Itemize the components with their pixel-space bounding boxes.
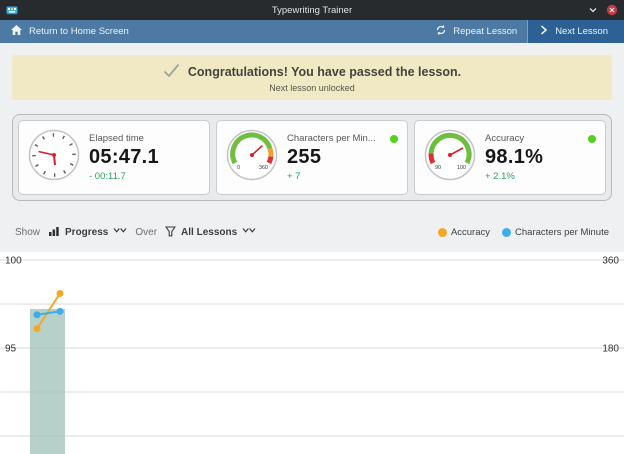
accuracy-text: Accuracy 98.1% + 2.1%: [485, 133, 596, 182]
return-home-label: Return to Home Screen: [29, 26, 129, 37]
filter-row: Show Progress Over: [12, 225, 612, 240]
toolbar: Return to Home Screen Repeat Lesson Next…: [0, 20, 624, 43]
lesson-scope-selector[interactable]: All Lessons: [165, 226, 256, 240]
cpm-legend-dot: [502, 228, 511, 237]
accuracy-card: 90 100 Accuracy 98.1% + 2.1%: [414, 120, 606, 195]
banner-subtitle: Next lesson unlocked: [12, 83, 612, 93]
elapsed-time-label: Elapsed time: [89, 133, 144, 144]
accuracy-gauge-icon: 90 100: [424, 129, 476, 186]
accuracy-legend-dot: [438, 228, 447, 237]
titlebar[interactable]: Typewriting Trainer: [0, 0, 624, 20]
toolbar-spacer: [139, 20, 425, 43]
return-home-button[interactable]: Return to Home Screen: [0, 20, 139, 43]
close-icon[interactable]: [606, 4, 618, 16]
elapsed-time-text: Elapsed time 05:47.1 - 00:11.7: [89, 133, 200, 182]
gauge-max-label: 360: [259, 165, 268, 171]
refresh-icon: [435, 24, 447, 39]
lesson-scope-label: All Lessons: [181, 227, 237, 238]
clock-icon: [28, 129, 80, 186]
metric-label: Progress: [65, 227, 108, 238]
cpm-text: Characters per Min... 255 + 7: [287, 133, 398, 182]
banner-title: Congratulations! You have passed the les…: [188, 65, 461, 79]
stats-frame: Elapsed time 05:47.1 - 00:11.7 0 360: [12, 114, 612, 201]
elapsed-time-value: 05:47.1: [89, 146, 200, 169]
elapsed-time-card: Elapsed time 05:47.1 - 00:11.7: [18, 120, 210, 195]
home-icon: [10, 24, 23, 39]
legend-cpm: Characters per Minute: [502, 227, 609, 238]
double-chevron-down-icon: [242, 227, 256, 238]
cpm-label: Characters per Min...: [287, 133, 376, 144]
next-lesson-button[interactable]: Next Lesson: [527, 20, 624, 43]
double-chevron-down-icon: [113, 227, 127, 238]
gauge-max-label: 100: [457, 165, 466, 171]
chart-legend: Accuracy Characters per Minute: [438, 227, 609, 238]
svg-text:180: 180: [602, 344, 619, 355]
bar-chart-icon: [48, 225, 60, 240]
gauge-min-label: 0: [237, 165, 240, 171]
accuracy-label: Accuracy: [485, 133, 524, 144]
repeat-lesson-label: Repeat Lesson: [453, 26, 517, 37]
speed-gauge-icon: 0 360: [226, 129, 278, 186]
svg-text:100: 100: [5, 256, 22, 267]
content: Congratulations! You have passed the les…: [0, 43, 624, 454]
passed-banner: Congratulations! You have passed the les…: [12, 55, 612, 100]
cpm-legend-label: Characters per Minute: [515, 227, 609, 238]
repeat-lesson-button[interactable]: Repeat Lesson: [425, 20, 527, 43]
banner-title-row: Congratulations! You have passed the les…: [12, 63, 612, 80]
svg-text:360: 360: [602, 256, 619, 267]
minimize-icon[interactable]: [587, 4, 599, 16]
progress-chart-svg[interactable]: 100 95 360 180: [0, 252, 624, 454]
legend-accuracy: Accuracy: [438, 227, 490, 238]
accuracy-status-dot: [588, 135, 596, 143]
window-controls: [587, 4, 618, 16]
metric-selector[interactable]: Progress: [48, 225, 127, 240]
cpm-status-dot: [390, 135, 398, 143]
svg-text:95: 95: [5, 344, 17, 355]
accuracy-delta: + 2.1%: [485, 171, 596, 182]
arrow-right-icon: [538, 24, 549, 39]
app-icon: [6, 4, 18, 16]
cpm-card: 0 360 Characters per Min... 255 + 7: [216, 120, 408, 195]
next-lesson-label: Next Lesson: [555, 26, 608, 37]
window-title: Typewriting Trainer: [0, 5, 624, 16]
checkmark-icon: [163, 63, 180, 80]
gauge-min-label: 90: [435, 165, 441, 171]
cpm-value: 255: [287, 146, 398, 169]
accuracy-legend-label: Accuracy: [451, 227, 490, 238]
accuracy-value: 98.1%: [485, 146, 596, 169]
cpm-delta: + 7: [287, 171, 398, 182]
over-label: Over: [135, 227, 157, 238]
progress-chart[interactable]: 100 95 360 180: [0, 252, 624, 454]
elapsed-time-delta: - 00:11.7: [89, 171, 200, 182]
filter-funnel-icon: [165, 226, 176, 240]
show-label: Show: [15, 227, 40, 238]
app-window: Typewriting Trainer Return to: [0, 0, 624, 454]
